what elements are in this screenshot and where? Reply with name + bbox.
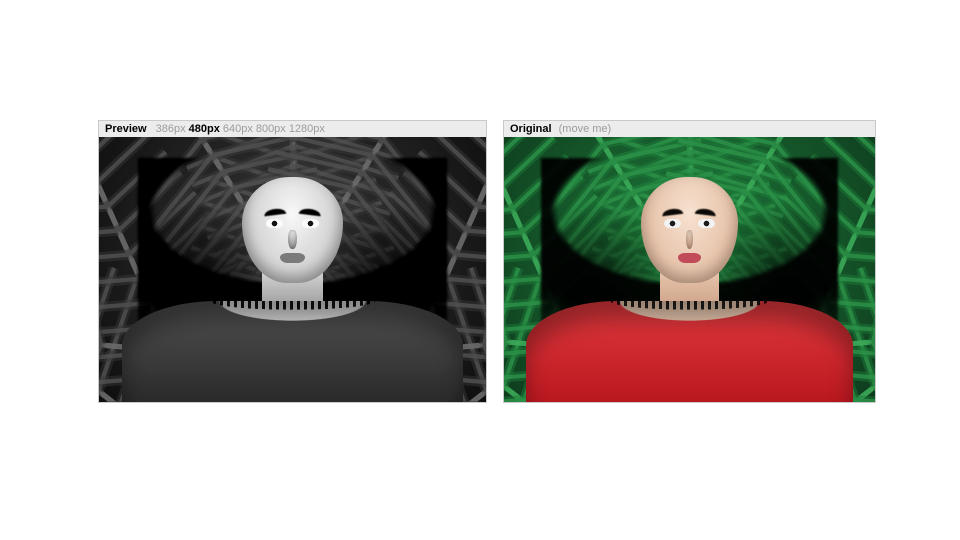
- lace-trim: [526, 301, 853, 322]
- original-pane[interactable]: Original (move me): [503, 120, 876, 403]
- original-header[interactable]: Original (move me): [504, 121, 875, 137]
- original-hint: (move me): [559, 123, 612, 135]
- preview-size-option[interactable]: 480px: [189, 123, 220, 135]
- eyebrow-right: [695, 207, 717, 216]
- eyebrow-left: [662, 207, 684, 216]
- face: [242, 177, 343, 283]
- nose: [288, 230, 296, 249]
- preview-header: Preview 386px480px640px800px1280px: [99, 121, 486, 137]
- preview-label: Preview: [105, 123, 147, 135]
- preview-size-options: 386px480px640px800px1280px: [153, 123, 325, 135]
- preview-size-option[interactable]: 800px: [256, 123, 286, 135]
- preview-size-option[interactable]: 1280px: [289, 123, 325, 135]
- preview-size-option[interactable]: 640px: [223, 123, 253, 135]
- eye-left: [664, 219, 680, 227]
- original-label: Original: [510, 123, 552, 135]
- eye-right: [698, 219, 714, 227]
- mouth: [678, 253, 701, 263]
- nose: [686, 230, 694, 249]
- eyebrow-left: [264, 207, 287, 216]
- lace-trim: [122, 301, 463, 322]
- eyebrow-right: [298, 207, 321, 216]
- preview-pane: Preview 386px480px640px800px1280px: [98, 120, 487, 403]
- original-image[interactable]: [504, 137, 875, 402]
- portrait: [504, 137, 875, 402]
- eye-right: [302, 219, 319, 227]
- portrait: [99, 137, 486, 402]
- face: [641, 177, 737, 283]
- preview-image[interactable]: [99, 137, 486, 402]
- mouth: [280, 253, 304, 263]
- eye-left: [266, 219, 283, 227]
- preview-size-option[interactable]: 386px: [156, 123, 186, 135]
